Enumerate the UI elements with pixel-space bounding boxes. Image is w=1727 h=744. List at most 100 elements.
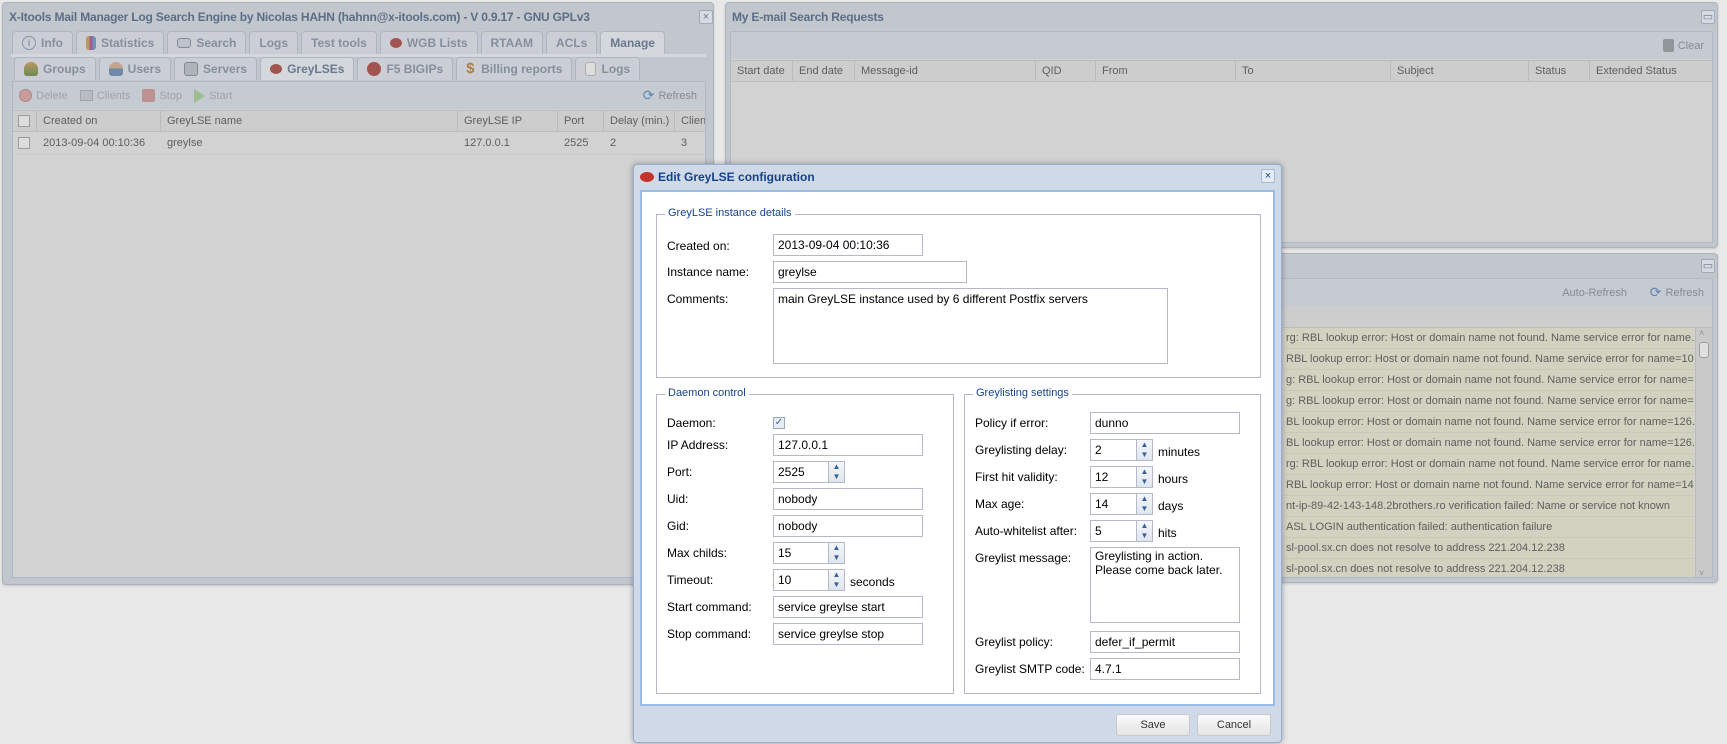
- log-line[interactable]: rg: RBL lookup error: Host or domain nam…: [1284, 328, 1694, 349]
- max-age-field[interactable]: 14: [1090, 493, 1137, 515]
- column-extended-status[interactable]: Extended Status: [1590, 61, 1712, 81]
- scrollbar-thumb[interactable]: [1699, 342, 1709, 358]
- log-line[interactable]: g: RBL lookup error: Host or domain name…: [1284, 391, 1694, 412]
- column-port[interactable]: Port: [558, 111, 604, 131]
- table-row[interactable]: 2013-09-04 00:10:36 greylse 127.0.0.1 25…: [13, 133, 705, 155]
- greylist-message-field[interactable]: Greylisting in action. Please come back …: [1090, 547, 1240, 623]
- tab-servers[interactable]: Servers: [174, 57, 258, 80]
- start-button[interactable]: Start: [194, 88, 232, 103]
- column-message-id[interactable]: Message-id: [855, 61, 1036, 81]
- log-line[interactable]: RBL lookup error: Host or domain name no…: [1284, 349, 1694, 370]
- port-field[interactable]: 2525: [773, 461, 829, 483]
- refresh-button[interactable]: ⟳ Refresh: [643, 87, 697, 104]
- greylse-icon: [270, 64, 283, 74]
- timeout-field[interactable]: 10: [773, 569, 829, 591]
- instance-name-field[interactable]: greylse: [773, 261, 967, 283]
- stop-command-field[interactable]: service greylse stop: [773, 623, 923, 645]
- tab-users[interactable]: Users: [98, 57, 172, 80]
- clear-button[interactable]: Clear: [1662, 39, 1704, 52]
- tab-search[interactable]: Search: [167, 31, 247, 54]
- tab-test-tools[interactable]: Test tools: [301, 31, 377, 54]
- comments-field[interactable]: main GreyLSE instance used by 6 differen…: [773, 288, 1168, 364]
- tab-billing-reports[interactable]: $ Billing reports: [456, 57, 573, 80]
- auto-whitelist-field[interactable]: 5: [1090, 520, 1137, 542]
- clients-button[interactable]: Clients: [79, 90, 130, 102]
- column-created-on[interactable]: Created on: [37, 111, 161, 131]
- log-line[interactable]: BL lookup error: Host or domain name not…: [1284, 412, 1694, 433]
- log-refresh-button[interactable]: ⟳ Refresh: [1650, 284, 1704, 301]
- log-line[interactable]: RBL lookup error: Host or domain name no…: [1284, 475, 1694, 496]
- auto-refresh-button[interactable]: Auto-Refresh: [1562, 287, 1627, 299]
- refresh-icon: ⟳: [642, 87, 655, 103]
- column-end-date[interactable]: End date: [793, 61, 855, 81]
- auto-whitelist-stepper[interactable]: ▲ ▼: [1137, 520, 1153, 542]
- log-line[interactable]: ASL LOGIN authentication failed: authent…: [1284, 517, 1694, 538]
- log-line[interactable]: g: RBL lookup error: Host or domain name…: [1284, 370, 1694, 391]
- tab-wgb-lists[interactable]: WGB Lists: [379, 31, 478, 54]
- first-hit-validity-field[interactable]: 12: [1090, 466, 1137, 488]
- tab-manage[interactable]: Manage: [600, 31, 665, 54]
- max-childs-stepper[interactable]: ▲ ▼: [829, 542, 845, 564]
- tab-groups[interactable]: Groups: [14, 57, 96, 80]
- timeout-stepper[interactable]: ▲ ▼: [829, 569, 845, 591]
- column-to[interactable]: To: [1236, 61, 1391, 81]
- column-delay[interactable]: Delay (min.): [604, 111, 675, 131]
- tab-rtaam[interactable]: RTAAM: [480, 31, 543, 54]
- select-all-checkbox[interactable]: [13, 111, 37, 131]
- tab-info[interactable]: i Info: [12, 31, 73, 54]
- ip-address-field[interactable]: 127.0.0.1: [773, 434, 923, 456]
- scroll-up-icon[interactable]: ˄: [1699, 328, 1704, 338]
- policy-if-error-field[interactable]: dunno: [1090, 412, 1240, 434]
- greylisting-delay-label: Greylisting delay:: [975, 443, 1068, 457]
- gid-field[interactable]: nobody: [773, 515, 923, 537]
- greylisting-delay-field[interactable]: 2: [1090, 439, 1137, 461]
- log-line[interactable]: sl-pool.sx.cn does not resolve to addres…: [1284, 538, 1694, 559]
- created-on-field[interactable]: 2013-09-04 00:10:36: [773, 234, 923, 256]
- first-hit-validity-stepper[interactable]: ▲ ▼: [1137, 466, 1153, 488]
- uid-field[interactable]: nobody: [773, 488, 923, 510]
- dialog-close-icon[interactable]: ×: [1261, 169, 1275, 183]
- column-from[interactable]: From: [1096, 61, 1236, 81]
- save-button[interactable]: Save: [1116, 714, 1190, 736]
- log-line[interactable]: sl-pool.sx.cn does not resolve to addres…: [1284, 559, 1694, 577]
- grid-toolbar: Delete Clients Stop Start ⟳ Refresh: [13, 82, 705, 109]
- maximize-icon[interactable]: ▭: [1701, 259, 1715, 273]
- max-age-unit: days: [1158, 499, 1184, 513]
- greylisting-delay-stepper[interactable]: ▲ ▼: [1137, 439, 1153, 461]
- scroll-down-icon[interactable]: ˅: [1699, 568, 1704, 577]
- cell-delay: 2: [610, 137, 617, 149]
- tab-logs[interactable]: Logs: [249, 31, 299, 54]
- tab-acls[interactable]: ACLs: [545, 31, 598, 54]
- tab-greylses[interactable]: GreyLSEs: [260, 57, 355, 80]
- log-line[interactable]: BL lookup error: Host or domain name not…: [1284, 433, 1694, 454]
- greylist-smtp-code-field[interactable]: 4.7.1: [1090, 658, 1240, 680]
- tab-statistics[interactable]: Statistics: [76, 31, 165, 54]
- port-label: Port:: [667, 465, 693, 479]
- max-age-stepper[interactable]: ▲ ▼: [1137, 493, 1153, 515]
- log-lines: rg: RBL lookup error: Host or domain nam…: [1284, 328, 1694, 577]
- max-childs-field[interactable]: 15: [773, 542, 829, 564]
- column-qid[interactable]: QID: [1036, 61, 1096, 81]
- column-status[interactable]: Status: [1529, 61, 1590, 81]
- delete-button[interactable]: Delete: [19, 89, 68, 102]
- stop-button[interactable]: Stop: [142, 89, 182, 102]
- log-line[interactable]: nt-ip-89-42-143-148.2brothers.ro verific…: [1284, 496, 1694, 517]
- column-subject[interactable]: Subject: [1391, 61, 1529, 81]
- tab-logs-sub[interactable]: Logs: [575, 57, 641, 80]
- maximize-icon[interactable]: ▭: [1701, 10, 1715, 24]
- column-greylse-ip[interactable]: GreyLSE IP: [458, 111, 558, 131]
- cancel-button[interactable]: Cancel: [1197, 714, 1271, 736]
- tab-f5-bigips[interactable]: F5 BIGIPs: [357, 57, 454, 80]
- log-line[interactable]: rg: RBL lookup error: Host or domain nam…: [1284, 454, 1694, 475]
- greylist-policy-field[interactable]: defer_if_permit: [1090, 631, 1240, 653]
- start-command-field[interactable]: service greylse start: [773, 596, 923, 618]
- daemon-checkbox[interactable]: ✓: [773, 417, 785, 429]
- column-clients[interactable]: Clients: [675, 111, 705, 131]
- port-stepper[interactable]: ▲ ▼: [829, 461, 845, 483]
- column-start-date[interactable]: Start date: [731, 61, 793, 81]
- log-scrollbar[interactable]: ˄ ˅: [1695, 328, 1712, 577]
- instance-name-label: Instance name:: [667, 265, 750, 279]
- row-checkbox[interactable]: [13, 133, 37, 154]
- close-icon[interactable]: ×: [699, 10, 713, 24]
- column-greylse-name[interactable]: GreyLSE name: [161, 111, 458, 131]
